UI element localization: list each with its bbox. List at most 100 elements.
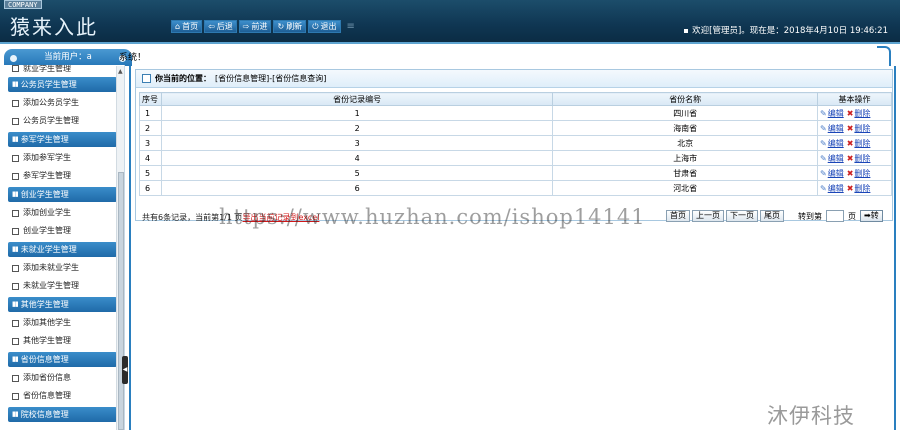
forward-icon: ⇨ (242, 22, 250, 31)
last-page-button[interactable]: 尾页 (760, 210, 784, 222)
back-icon: ⇦ (208, 22, 215, 31)
prev-page-button[interactable]: 上一页 (692, 210, 724, 222)
delete-x-icon: ✖ (846, 138, 854, 148)
cell-ops: ✎编辑 ✖删除 (817, 180, 892, 196)
sidebar-item-label: 添加其他学生 (23, 318, 71, 327)
column-header-ops: 基本操作 (817, 92, 892, 106)
forward-button[interactable]: ⇨ 前进 (238, 20, 272, 33)
menu-group-other[interactable]: ▮▮ 其他学生管理 (8, 297, 117, 312)
sidebar-item-add-other[interactable]: 添加其他学生 (12, 314, 113, 332)
edit-link[interactable]: ✎编辑 (820, 139, 844, 148)
sidebar-item-civil-servant-manage[interactable]: 公务员学生管理 (12, 112, 113, 130)
delete-link[interactable]: ✖删除 (847, 124, 871, 133)
table-header-row: 序号 省份记录编号 省份名称 基本操作 (139, 92, 892, 106)
delete-link[interactable]: ✖删除 (847, 184, 871, 193)
sidebar-item-add-province[interactable]: 添加省份信息 (12, 369, 113, 387)
top-nav: ⌂ 首页 ⇦ 后退 ⇨ 前进 ↻ 刷新 ⏻ 退出 ≡ (171, 20, 355, 33)
page-icon (12, 172, 19, 180)
goto-page-input[interactable] (826, 210, 844, 222)
delete-label: 删除 (854, 153, 871, 163)
menu-group-unemployed[interactable]: ▮▮ 未就业学生管理 (8, 242, 117, 257)
page-icon (12, 99, 19, 107)
menu-lines-icon[interactable]: ≡ (347, 21, 355, 32)
sidebar-item-add-startup[interactable]: 添加创业学生 (12, 204, 113, 222)
edit-link[interactable]: ✎编辑 (820, 109, 844, 118)
refresh-label: 刷新 (286, 22, 303, 31)
pencil-icon: ✎ (820, 138, 827, 148)
sidebar-item-add-unemployed[interactable]: 添加未就业学生 (12, 259, 113, 277)
sidebar-item-add-army[interactable]: 添加参军学生 (12, 149, 113, 167)
edit-link[interactable]: ✎编辑 (820, 154, 844, 163)
cell-index: 1 (139, 105, 162, 121)
group-icon: ▮▮ (12, 300, 19, 308)
sidebar-item-province-manage[interactable]: 省份信息管理 (12, 387, 113, 405)
page-icon (12, 319, 19, 327)
edit-link[interactable]: ✎编辑 (820, 124, 844, 133)
cell-name: 北京 (552, 135, 818, 151)
menu-group-label: 省份信息管理 (20, 355, 69, 364)
page-icon (12, 392, 19, 400)
sidebar-item-label: 其他学生管理 (23, 336, 71, 345)
system-label: 系统！ (119, 53, 147, 63)
edit-label: 编辑 (827, 138, 844, 148)
scroll-up-icon[interactable]: ▲ (118, 68, 123, 75)
menu-group-civil-servant[interactable]: ▮▮ 公务员学生管理 (8, 77, 117, 92)
first-page-button[interactable]: 首页 (666, 210, 690, 222)
sidebar-item-label: 未就业学生管理 (23, 281, 79, 290)
table-row: 3 3 北京 ✎编辑 ✖删除 (139, 135, 892, 151)
goto-label: 转到第 (798, 211, 822, 221)
edit-link[interactable]: ✎编辑 (820, 169, 844, 178)
sidebar-item-other-manage[interactable]: 其他学生管理 (12, 332, 113, 350)
delete-link[interactable]: ✖删除 (847, 109, 871, 118)
go-button[interactable]: ➡转 (860, 210, 883, 222)
delete-x-icon: ✖ (846, 183, 854, 193)
cell-index: 5 (139, 165, 162, 181)
url-watermark: https://www.huzhan.com/ishop14141 (219, 205, 646, 229)
edit-label: 编辑 (827, 183, 844, 193)
cell-code: 3 (160, 135, 554, 151)
cell-ops: ✎编辑 ✖删除 (817, 135, 892, 151)
sidebar-collapse-handle[interactable]: ◀ (122, 356, 128, 384)
sidebar-item-startup-manage[interactable]: 创业学生管理 (12, 222, 113, 240)
cell-index: 3 (139, 135, 162, 151)
top-header: COMPANY 猿来入此 ⌂ 首页 ⇦ 后退 ⇨ 前进 ↻ 刷新 ⏻ 退出 ≡ 欢迎[管理… (0, 0, 900, 44)
edit-label: 编辑 (827, 153, 844, 163)
logout-button[interactable]: ⏻ 退出 (308, 20, 341, 33)
home-label: 首页 (182, 22, 199, 31)
cell-code: 1 (160, 105, 554, 121)
group-icon: ▮▮ (12, 355, 19, 363)
main-content: 你当前的位置： [省份信息管理]-[省份信息查询] 序号 省份记录编号 省份名称… (129, 66, 896, 430)
home-button[interactable]: ⌂ 首页 (171, 20, 203, 33)
welcome-text: 欢迎[管理员]。现在是：2018年4月10日 19:46:21 (684, 24, 888, 36)
column-header-code: 省份记录编号 (160, 92, 554, 106)
cell-ops: ✎编辑 ✖删除 (817, 120, 892, 136)
menu-group-province[interactable]: ▮▮ 省份信息管理 (8, 352, 117, 367)
delete-link[interactable]: ✖删除 (847, 154, 871, 163)
refresh-button[interactable]: ↻ 刷新 (273, 20, 307, 33)
pencil-icon: ✎ (820, 108, 827, 118)
delete-link[interactable]: ✖删除 (847, 169, 871, 178)
scrollbar-thumb[interactable] (118, 172, 124, 430)
sidebar-item-employed-manage[interactable]: 就业学生管理 (12, 65, 113, 75)
sidebar-item-unemployed-manage[interactable]: 未就业学生管理 (12, 277, 113, 295)
menu-group-college[interactable]: ▮▮ 院校信息管理 (8, 407, 117, 422)
menu-group-startup[interactable]: ▮▮ 创业学生管理 (8, 187, 117, 202)
province-table: 序号 省份记录编号 省份名称 基本操作 1 1 四川省 ✎编辑 ✖删除 2 2 海… (139, 92, 892, 196)
menu-group-army[interactable]: ▮▮ 参军学生管理 (8, 132, 117, 147)
current-user-tab: 当前用户：a (4, 49, 132, 66)
edit-link[interactable]: ✎编辑 (820, 184, 844, 193)
province-panel: 你当前的位置： [省份信息管理]-[省份信息查询] 序号 省份记录编号 省份名称… (135, 69, 893, 222)
cell-name: 上海市 (552, 150, 818, 166)
next-page-button[interactable]: 下一页 (726, 210, 758, 222)
sidebar-item-army-manage[interactable]: 参军学生管理 (12, 167, 113, 185)
table-row: 2 2 海南省 ✎编辑 ✖删除 (139, 120, 892, 136)
group-icon: ▮▮ (12, 190, 19, 198)
app-logo: 猿来入此 (10, 15, 98, 39)
delete-link[interactable]: ✖删除 (847, 139, 871, 148)
table-row: 5 5 甘肃省 ✎编辑 ✖删除 (139, 165, 892, 181)
back-button[interactable]: ⇦ 后退 (204, 20, 237, 33)
delete-label: 删除 (854, 168, 871, 178)
sidebar-item-label: 添加创业学生 (23, 208, 71, 217)
group-icon: ▮▮ (12, 410, 19, 418)
sidebar-item-add-civil-servant[interactable]: 添加公务员学生 (12, 94, 113, 112)
